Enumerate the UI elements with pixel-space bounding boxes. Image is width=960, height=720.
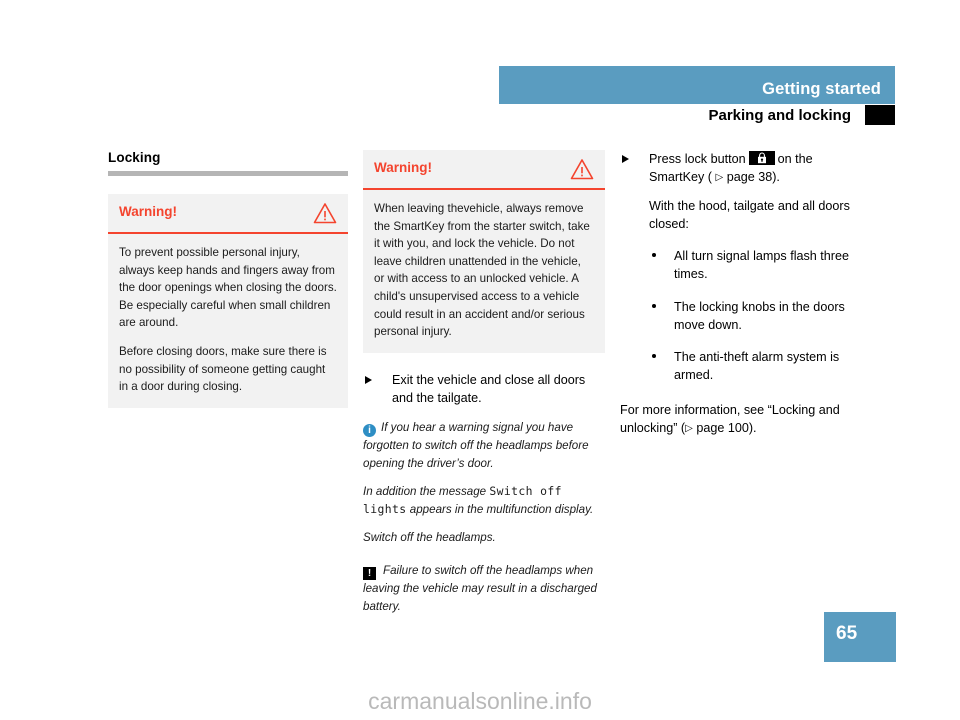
result-bullet-text: All turn signal lamps flash three times. xyxy=(674,249,849,282)
more-information-text: For more information, see “Locking and u… xyxy=(620,401,860,438)
page-subheader-title: Parking and locking xyxy=(708,107,851,124)
lock-button-icon xyxy=(748,151,775,165)
result-bullet: The anti-theft alarm system is armed. xyxy=(620,348,860,385)
warning-paragraph: Before closing doors, make sure there is… xyxy=(119,345,327,394)
warning-box-middle: Warning! When leaving thevehicle, always… xyxy=(363,150,605,353)
procedure-step: Exit the vehicle and close all doors and… xyxy=(363,371,605,408)
note-caution-text: Failure to switch off the headlamps when… xyxy=(363,564,597,613)
chapter-marker-block xyxy=(865,105,895,125)
page-header-band: Getting started xyxy=(499,66,895,104)
step-prefix-text: Press lock button xyxy=(649,152,746,166)
note-message-suffix: appears in the multifunction display. xyxy=(409,502,594,516)
warning-paragraph: When leaving thevehicle, always remove t… xyxy=(374,202,590,339)
result-bullet-text: The locking knobs in the doors move down… xyxy=(674,299,845,332)
note-action-text: Switch off the headlamps. xyxy=(363,530,496,544)
step-triangle-icon xyxy=(622,155,629,163)
note-info: i If you hear a warning signal you have f… xyxy=(363,419,605,472)
warning-title-left: Warning! xyxy=(119,204,177,219)
result-bullet: All turn signal lamps flash three times. xyxy=(620,247,860,284)
cross-reference-arrow-icon: ▷ xyxy=(685,422,693,434)
middle-column: Warning! When leaving thevehicle, always… xyxy=(363,150,605,626)
warning-triangle-icon xyxy=(313,202,337,224)
step-page-reference[interactable]: page 38). xyxy=(727,170,780,184)
bullet-dot-icon xyxy=(652,354,656,358)
condition-text: With the hood, tailgate and all doors cl… xyxy=(649,198,850,231)
watermark: carmanualsonline.info xyxy=(368,688,592,714)
warning-body-left: To prevent possible personal injury, alw… xyxy=(108,234,348,408)
section-divider xyxy=(108,171,348,176)
page-subheader: Parking and locking xyxy=(499,104,895,132)
note-caution: ! Failure to switch off the headlamps whe… xyxy=(363,562,605,615)
result-bullet: The locking knobs in the doors move down… xyxy=(620,298,860,335)
page-number-box: 65 xyxy=(824,612,896,662)
procedure-step: Press lock button on the SmartKey ( ▷ pag… xyxy=(620,150,860,187)
warning-box-left: Warning! To prevent possible personal in… xyxy=(108,194,348,408)
warning-header-left: Warning! xyxy=(108,194,348,234)
right-column: Press lock button on the SmartKey ( ▷ pag… xyxy=(620,150,860,449)
warning-title-middle: Warning! xyxy=(374,160,432,175)
note-message-prefix: In addition the message xyxy=(363,485,487,499)
left-column: Locking Warning! To prevent possible per… xyxy=(108,150,348,408)
warning-paragraph: To prevent possible personal injury, alw… xyxy=(119,246,337,330)
warning-header-middle: Warning! xyxy=(363,150,605,190)
step-triangle-icon xyxy=(365,375,372,384)
warning-body-middle: When leaving thevehicle, always remove t… xyxy=(363,190,605,353)
note-display-message: In addition the message Switch off light… xyxy=(363,483,605,518)
bullet-dot-icon xyxy=(652,253,656,257)
warning-triangle-icon xyxy=(570,158,594,180)
section-heading: Locking xyxy=(108,150,161,165)
bullet-dot-icon xyxy=(652,303,656,308)
page-header-title: Getting started xyxy=(762,80,881,98)
page-number: 65 xyxy=(836,623,858,644)
result-bullet-text: The anti-theft alarm system is armed. xyxy=(674,350,840,383)
note-action: Switch off the headlamps. xyxy=(363,529,605,546)
procedure-step-text: Exit the vehicle and close all doors and… xyxy=(392,372,586,406)
exclamation-box-icon: ! xyxy=(363,567,376,581)
cross-reference-arrow-icon: ▷ xyxy=(715,172,724,184)
note-info-text: If you hear a warning signal you have fo… xyxy=(363,421,589,470)
info-circle-icon: i xyxy=(363,424,376,438)
more-information-page-reference[interactable]: page 100). xyxy=(696,421,756,435)
